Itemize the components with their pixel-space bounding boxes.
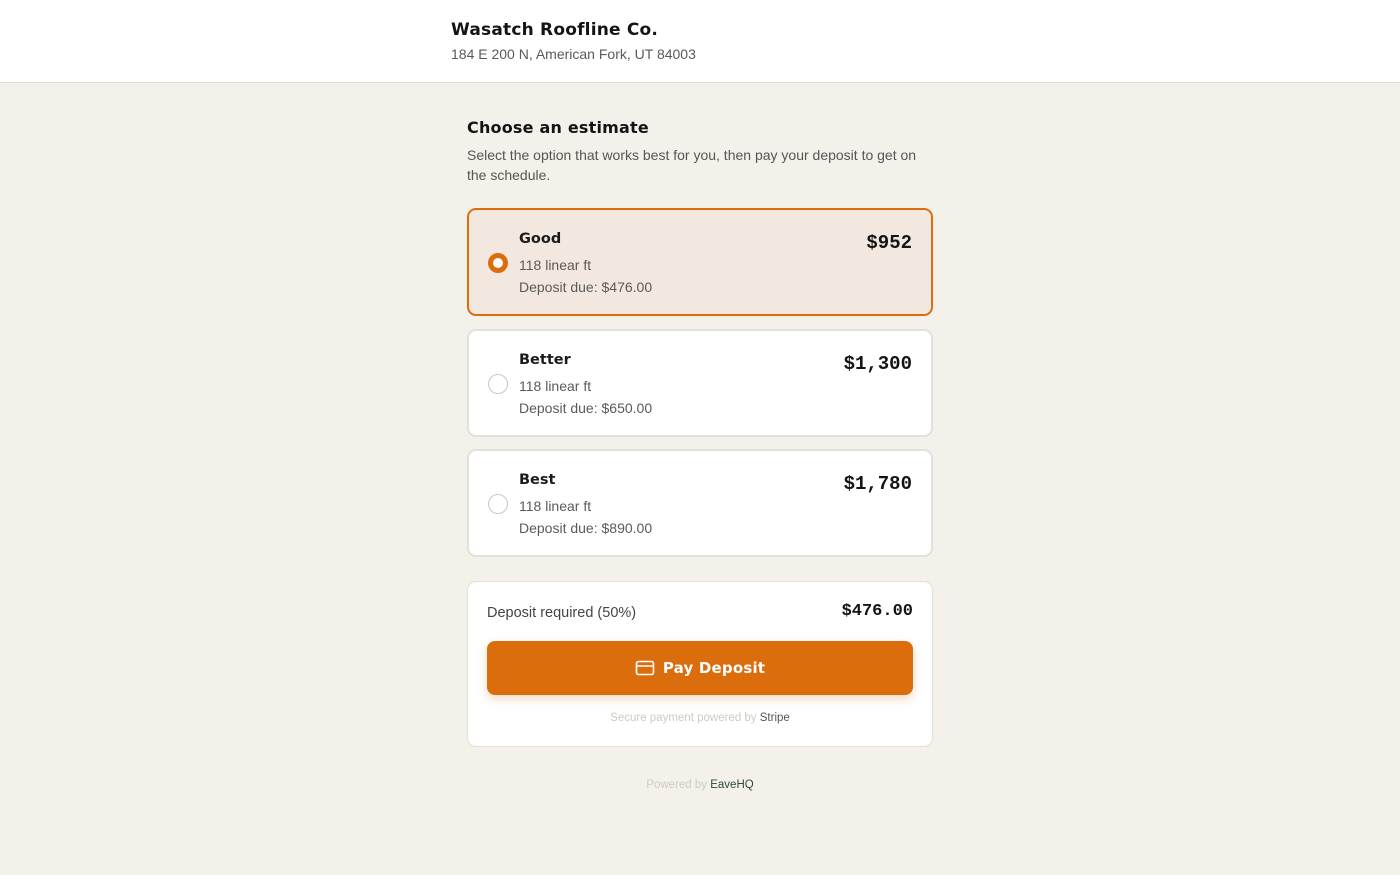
option-deposit: Deposit due: $650.00	[519, 400, 653, 416]
deposit-amount: $476.00	[841, 602, 913, 621]
eavehq-link[interactable]: EaveHQ	[710, 779, 753, 791]
option-deposit: Deposit due: $476.00	[519, 279, 653, 295]
option-price: $1,300	[843, 353, 912, 375]
stripe-link[interactable]: Stripe	[760, 712, 790, 724]
option-deposit: Deposit due: $890.00	[519, 520, 653, 536]
estimate-option-best[interactable]: Best 118 linear ft Deposit due: $890.00 …	[467, 449, 933, 557]
option-length: 118 linear ft	[519, 257, 592, 273]
radio-selected-icon[interactable]	[488, 253, 508, 273]
pay-deposit-label: Pay Deposit	[662, 659, 766, 677]
secure-payment-note: Secure payment powered by Stripe	[468, 712, 932, 724]
option-name: Good	[519, 231, 562, 247]
footer-prefix: Powered by	[646, 779, 708, 791]
company-address: 184 E 200 N, American Fork, UT 84003	[451, 46, 696, 62]
option-length: 118 linear ft	[519, 378, 592, 394]
deposit-summary-card: Deposit required (50%) $476.00 Pay Depos…	[467, 581, 933, 747]
secure-prefix: Secure payment powered by	[610, 712, 757, 724]
option-length: 118 linear ft	[519, 498, 592, 514]
estimate-option-good[interactable]: Good 118 linear ft Deposit due: $476.00 …	[467, 208, 933, 316]
radio-unselected-icon[interactable]	[488, 374, 508, 394]
option-price: $952	[866, 232, 912, 254]
radio-unselected-icon[interactable]	[488, 494, 508, 514]
pay-deposit-button[interactable]: Pay Deposit	[487, 641, 913, 695]
credit-card-icon	[635, 660, 655, 676]
option-price: $1,780	[843, 473, 912, 495]
option-name: Best	[519, 472, 556, 488]
powered-by-footer: Powered by EaveHQ	[467, 779, 933, 791]
page-subtitle: Select the option that works best for yo…	[467, 147, 917, 183]
estimate-option-better[interactable]: Better 118 linear ft Deposit due: $650.0…	[467, 329, 933, 437]
company-name: Wasatch Roofline Co.	[451, 20, 659, 40]
page-title: Choose an estimate	[467, 118, 649, 137]
top-header: Wasatch Roofline Co. 184 E 200 N, Americ…	[0, 0, 1400, 83]
option-name: Better	[519, 352, 571, 368]
deposit-label: Deposit required (50%)	[487, 605, 637, 621]
